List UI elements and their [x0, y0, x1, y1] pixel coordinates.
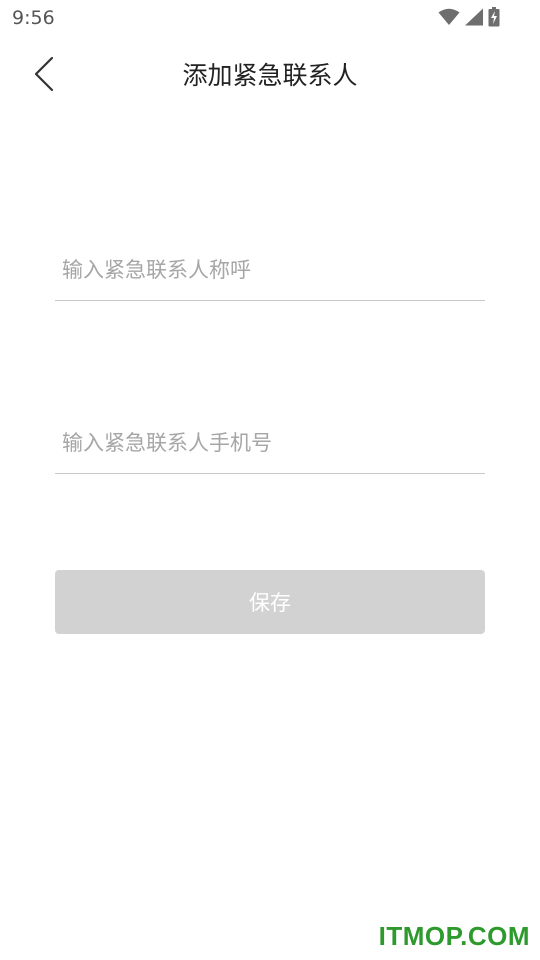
- status-bar: 9:56: [0, 0, 540, 36]
- wifi-icon: [438, 8, 460, 26]
- status-time: 9:56: [12, 7, 55, 29]
- contact-phone-input[interactable]: [55, 413, 485, 473]
- status-icons: [438, 6, 500, 28]
- battery-charging-icon: [488, 7, 500, 27]
- cellular-signal-icon: [464, 8, 484, 26]
- save-button[interactable]: 保存: [55, 570, 485, 634]
- nav-bar: 添加紧急联系人: [0, 44, 540, 108]
- page-title: 添加紧急联系人: [182, 61, 358, 90]
- contact-phone-field: [55, 413, 485, 474]
- contact-name-field: [55, 240, 485, 301]
- contact-name-input[interactable]: [55, 240, 485, 300]
- watermark-logo: ITMOP.COM: [378, 921, 530, 951]
